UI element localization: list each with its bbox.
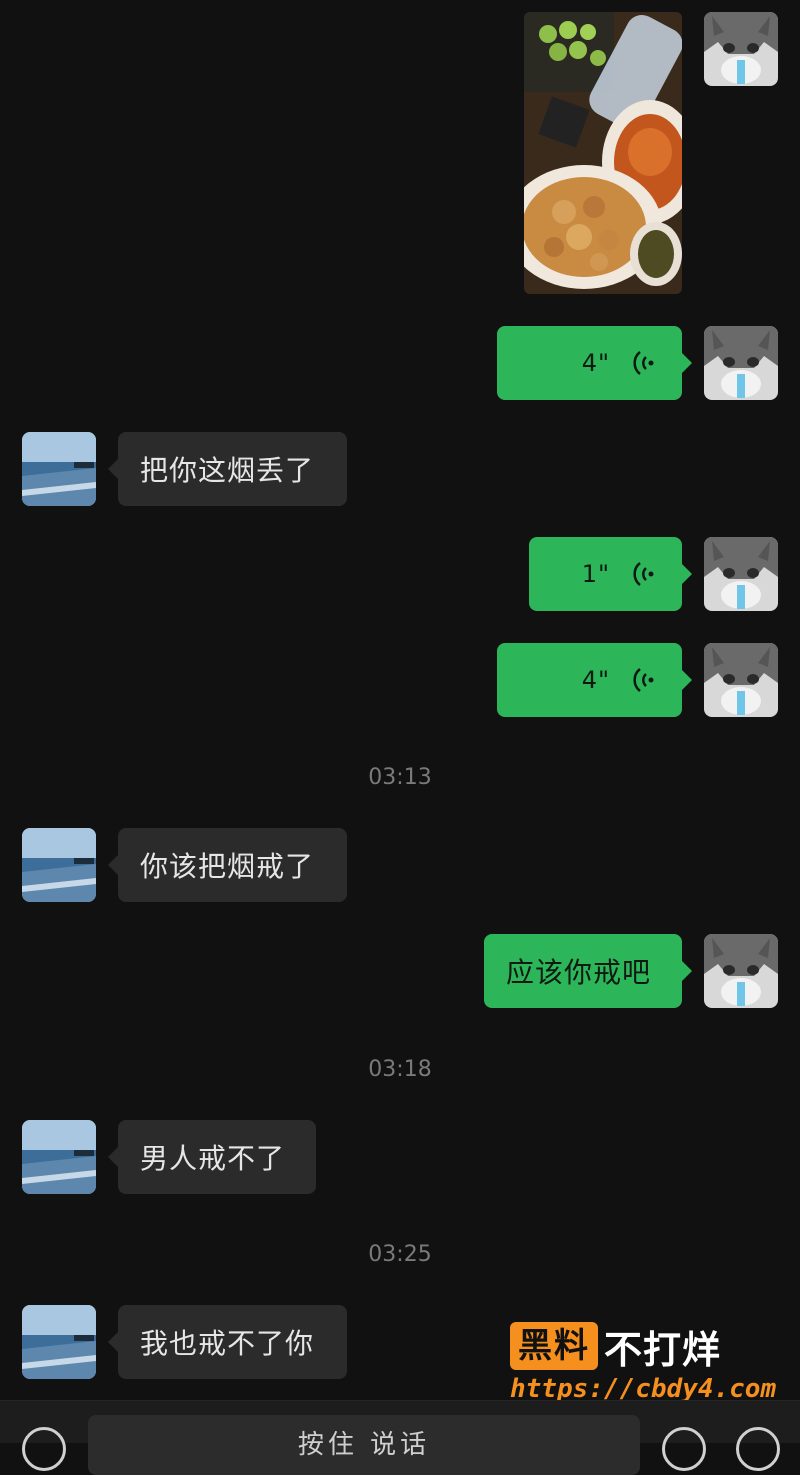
voice-wave-icon <box>633 562 654 586</box>
message-text: 把你这烟丢了 <box>140 454 315 487</box>
voice-message[interactable]: 1" <box>529 537 692 611</box>
seaside-avatar-icon <box>22 1305 96 1379</box>
watermark-brand-box: 黑料 <box>510 1322 598 1370</box>
my-avatar[interactable] <box>704 934 778 1008</box>
my-avatar[interactable] <box>704 537 778 611</box>
seaside-avatar-icon <box>22 1120 96 1194</box>
contact-avatar[interactable] <box>22 1305 96 1379</box>
photo-message[interactable] <box>524 12 682 294</box>
voice-toggle-button[interactable] <box>22 1427 66 1471</box>
voice-message[interactable]: 4" <box>497 326 692 400</box>
timestamp: 03:25 <box>368 1242 432 1267</box>
voice-duration: 4" <box>581 666 610 694</box>
more-options-button[interactable] <box>736 1427 780 1471</box>
message-text: 我也戒不了你 <box>140 1327 315 1360</box>
watermark-brand-text: 不打烊 <box>604 1327 722 1372</box>
text-message[interactable]: 把你这烟丢了 <box>108 432 347 506</box>
timestamp: 03:13 <box>368 765 432 790</box>
food-photo-image <box>524 12 682 294</box>
cat-avatar-icon <box>704 12 778 86</box>
watermark: 黑料 不打烊 https://cbdy4.com <box>510 1320 790 1404</box>
my-avatar[interactable] <box>704 643 778 717</box>
watermark-brand: 黑料 不打烊 <box>510 1320 790 1372</box>
text-message[interactable]: 你该把烟戒了 <box>108 828 347 902</box>
text-message[interactable]: 应该你戒吧 <box>484 934 692 1008</box>
contact-avatar[interactable] <box>22 828 96 902</box>
message-text: 应该你戒吧 <box>506 956 652 989</box>
voice-message[interactable]: 4" <box>497 643 692 717</box>
seaside-avatar-icon <box>22 432 96 506</box>
text-message[interactable]: 我也戒不了你 <box>108 1305 347 1379</box>
my-avatar[interactable] <box>704 12 778 86</box>
cat-avatar-icon <box>704 934 778 1008</box>
chat-history[interactable]: 4" 把你这烟丢了 1" 4" 03:13 你该把烟戒了 应该你戒吧 03:18… <box>0 0 800 1400</box>
cat-avatar-icon <box>704 643 778 717</box>
my-avatar[interactable] <box>704 326 778 400</box>
message-text: 男人戒不了 <box>140 1142 286 1175</box>
emoji-button[interactable] <box>662 1427 706 1471</box>
contact-avatar[interactable] <box>22 432 96 506</box>
seaside-avatar-icon <box>22 828 96 902</box>
voice-wave-icon <box>633 668 654 692</box>
hold-to-talk-button[interactable]: 按住 说话 <box>88 1415 640 1475</box>
contact-avatar[interactable] <box>22 1120 96 1194</box>
voice-duration: 1" <box>581 560 610 588</box>
message-text: 你该把烟戒了 <box>140 850 315 883</box>
input-bar: 按住 说话 <box>0 1400 800 1475</box>
voice-wave-icon <box>633 351 654 375</box>
text-message[interactable]: 男人戒不了 <box>108 1120 316 1194</box>
voice-duration: 4" <box>581 349 610 377</box>
timestamp: 03:18 <box>368 1057 432 1082</box>
cat-avatar-icon <box>704 537 778 611</box>
cat-avatar-icon <box>704 326 778 400</box>
